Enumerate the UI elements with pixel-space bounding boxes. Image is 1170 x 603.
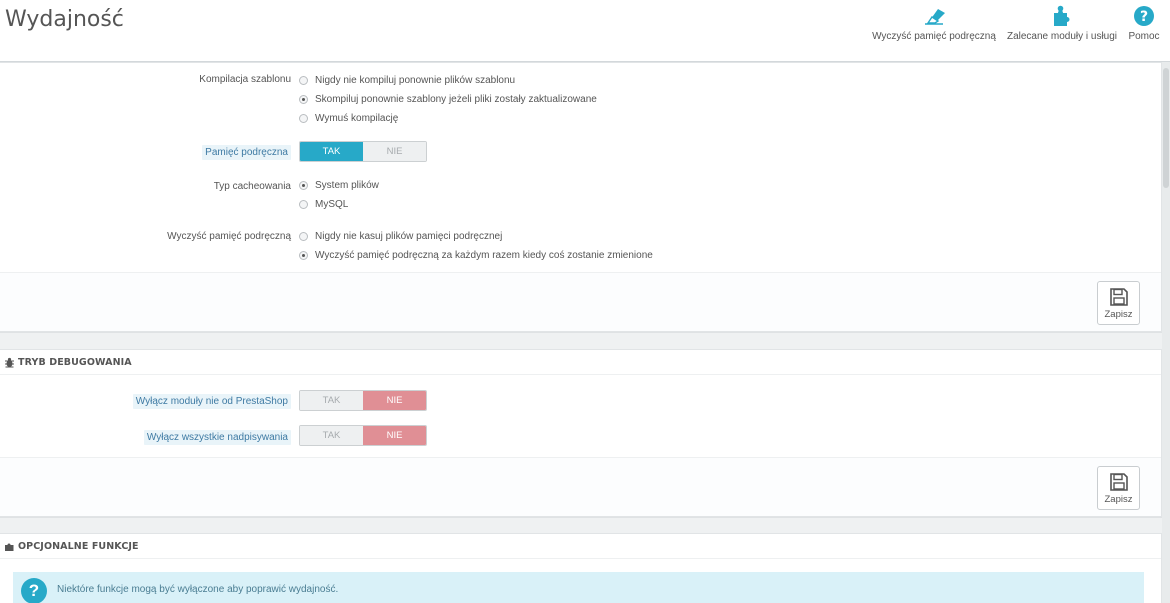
toolbar-label: Pomoc [1128, 31, 1160, 42]
disable-modules-label[interactable]: Wyłącz moduły nie od PrestaShop [132, 394, 291, 409]
radio-button[interactable] [299, 76, 308, 85]
save-button[interactable]: Zapisz [1097, 466, 1140, 510]
smarty-panel: Kompilacja szablonu Nigdy nie kompiluj p… [0, 62, 1162, 332]
cache-yes-option[interactable]: TAK [300, 142, 363, 161]
cache-type-filesystem[interactable]: System plików [299, 180, 379, 191]
floppy-disk-icon [1109, 472, 1128, 491]
page-title: Wydajność [5, 7, 124, 32]
cache-switch[interactable]: TAK NIE [299, 141, 427, 162]
debug-panel: TRYB DEBUGOWANIA Wyłącz moduły nie od Pr… [0, 349, 1162, 517]
save-label: Zapisz [1104, 308, 1133, 320]
info-alert-text: Niektóre funkcje mogą być wyłączone aby … [57, 584, 339, 595]
cache-no-option[interactable]: NIE [363, 142, 426, 161]
disable-modules-no[interactable]: NIE [363, 391, 426, 410]
compile-option-updated[interactable]: Skompiluj ponownie szablony jeżeli pliki… [299, 94, 597, 105]
radio-label: MySQL [315, 199, 349, 210]
toolbar-label: Zalecane moduły i usługi [1006, 31, 1118, 42]
floppy-disk-icon [1109, 287, 1128, 306]
compile-option-never[interactable]: Nigdy nie kompiluj ponownie plików szabl… [299, 75, 515, 86]
clear-cache-toolbar-button[interactable]: Wyczyść pamięć podręczną [871, 0, 997, 62]
clear-cache-label: Wyczyść pamięć podręczną [167, 231, 291, 242]
radio-label: System plików [315, 180, 379, 191]
compile-label: Kompilacja szablonu [199, 74, 291, 85]
disable-overrides-switch[interactable]: TAK NIE [299, 425, 427, 446]
clear-cache-every-change[interactable]: Wyczyść pamięć podręczną za każdym razem… [299, 250, 653, 261]
save-label: Zapisz [1104, 493, 1133, 505]
help-button[interactable]: ? Pomoc [1124, 0, 1164, 62]
cache-type-label: Typ cacheowania [213, 181, 291, 192]
radio-button[interactable] [299, 200, 308, 209]
disable-overrides-yes[interactable]: TAK [300, 426, 363, 445]
scrollbar-thumb[interactable] [1163, 68, 1169, 188]
save-button[interactable]: Zapisz [1097, 281, 1140, 325]
panel-heading: OPCJONALNE FUNKCJE [0, 534, 1161, 559]
radio-label: Nigdy nie kompiluj ponownie plików szabl… [315, 75, 516, 86]
compile-option-force[interactable]: Wymuś kompilację [299, 113, 398, 124]
recommended-modules-button[interactable]: Zalecane moduły i usługi [1004, 0, 1120, 62]
disable-modules-switch[interactable]: TAK NIE [299, 390, 427, 411]
puzzle-icon [4, 541, 15, 552]
panel-footer: Zapisz [0, 457, 1161, 516]
radio-button[interactable] [299, 251, 308, 260]
cache-type-mysql[interactable]: MySQL [299, 199, 348, 210]
disable-overrides-label[interactable]: Wyłącz wszystkie nadpisywania [143, 430, 291, 445]
clear-cache-never[interactable]: Nigdy nie kasuj plików pamięci podręczne… [299, 231, 502, 242]
cache-label[interactable]: Pamięć podręczna [202, 145, 291, 160]
radio-label: Skompiluj ponownie szablony jeżeli pliki… [315, 94, 597, 105]
debug-heading: TRYB DEBUGOWANIA [18, 356, 132, 368]
puzzle-icon [1050, 2, 1074, 30]
radio-button[interactable] [299, 95, 308, 104]
panel-footer: Zapisz [0, 272, 1161, 331]
eraser-icon [921, 2, 947, 30]
optional-heading: OPCJONALNE FUNKCJE [18, 540, 139, 552]
radio-button[interactable] [299, 114, 308, 123]
help-icon: ? [1133, 2, 1155, 30]
radio-button[interactable] [299, 181, 308, 190]
disable-modules-yes[interactable]: TAK [300, 391, 363, 410]
svg-text:?: ? [1140, 9, 1148, 25]
page-header: Wydajność Wyczyść pamięć podręczną Zalec… [0, 0, 1170, 62]
radio-label: Nigdy nie kasuj plików pamięci podręczne… [315, 231, 503, 242]
radio-label: Wymuś kompilację [315, 113, 399, 124]
disable-overrides-no[interactable]: NIE [363, 426, 426, 445]
bug-icon [4, 357, 15, 368]
question-icon: ? [21, 578, 47, 603]
radio-label: Wyczyść pamięć podręczną za każdym razem… [315, 250, 653, 261]
radio-button[interactable] [299, 232, 308, 241]
panel-heading: TRYB DEBUGOWANIA [0, 350, 1161, 375]
toolbar-label: Wyczyść pamięć podręczną [872, 31, 996, 42]
info-alert: ? Niektóre funkcje mogą być wyłączone ab… [13, 572, 1144, 603]
optional-features-panel: OPCJONALNE FUNKCJE ? Niektóre funkcje mo… [0, 533, 1162, 603]
